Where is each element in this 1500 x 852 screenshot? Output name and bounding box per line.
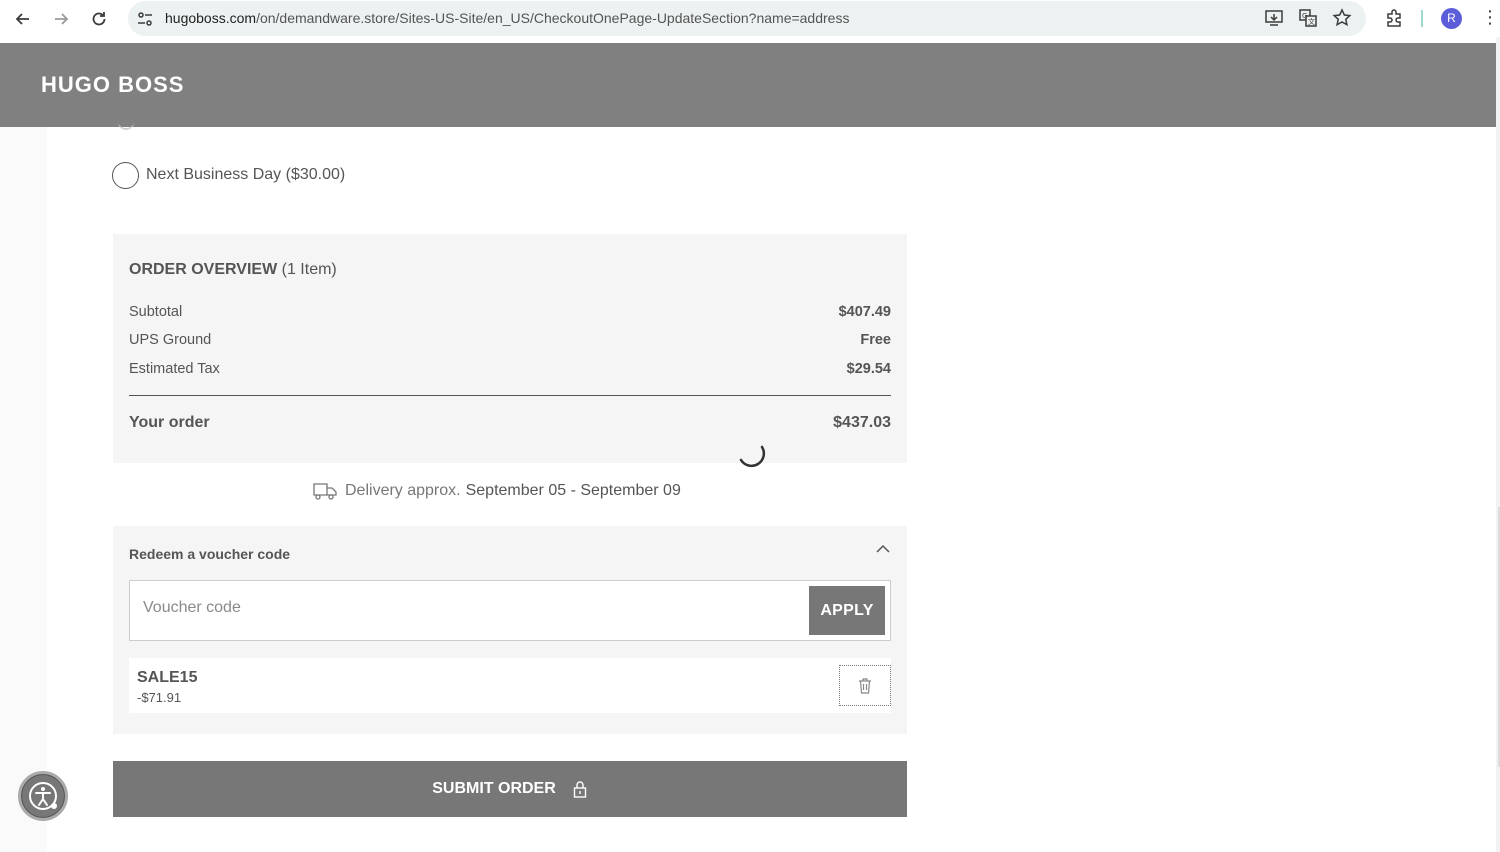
applied-voucher-code: SALE15 <box>137 669 198 686</box>
shipping-row: UPS Ground Free <box>129 332 891 352</box>
order-item-count: (1 Item) <box>281 261 337 278</box>
shipping-option-next-day[interactable]: Next Business Day ($30.00) <box>112 161 345 189</box>
left-gutter <box>0 127 47 852</box>
tax-row: Estimated Tax $29.54 <box>129 361 891 381</box>
back-icon[interactable] <box>11 7 35 31</box>
order-overview-heading: ORDER OVERVIEW <box>129 261 278 278</box>
shipping-radio[interactable] <box>112 161 139 189</box>
truck-icon <box>313 483 337 500</box>
forward-icon[interactable] <box>49 7 73 31</box>
profile-avatar[interactable]: R <box>1441 8 1462 29</box>
voucher-title[interactable]: Redeem a voucher code <box>129 546 290 562</box>
applied-voucher-amount: -$71.91 <box>137 690 182 705</box>
loading-spinner-icon <box>739 445 766 468</box>
summary-value: Free <box>860 332 891 348</box>
summary-divider <box>129 395 891 396</box>
url-text[interactable]: hugoboss.com/on/demandware.store/Sites-U… <box>165 10 849 26</box>
translate-icon[interactable]: G文 <box>1298 8 1318 28</box>
bookmark-star-icon[interactable] <box>1332 8 1352 28</box>
chevron-up-icon[interactable] <box>875 542 891 556</box>
subtotal-row: Subtotal $407.49 <box>129 304 891 324</box>
order-total-value: $437.03 <box>833 414 891 431</box>
url-host: hugoboss.com <box>165 10 257 26</box>
previous-radio-partial <box>118 122 134 130</box>
install-app-icon[interactable] <box>1264 8 1284 28</box>
trash-icon <box>859 677 871 694</box>
accessibility-icon <box>29 782 57 810</box>
order-total-row: Your order $437.03 <box>129 414 891 432</box>
voucher-code-input[interactable] <box>143 599 783 617</box>
summary-label: Estimated Tax <box>129 361 220 377</box>
order-overview-title: ORDER OVERVIEW (1 Item) <box>129 261 337 279</box>
delivery-estimate: Delivery approx. September 05 - Septembe… <box>313 480 681 502</box>
lock-icon <box>573 781 586 798</box>
summary-label: Subtotal <box>129 304 183 320</box>
order-total-label: Your order <box>129 414 210 431</box>
summary-value: $29.54 <box>846 361 891 377</box>
voucher-panel: Redeem a voucher code APPLY SALE15 -$71.… <box>113 526 907 734</box>
reload-icon[interactable] <box>87 7 111 31</box>
submit-order-label: SUBMIT ORDER <box>432 780 556 797</box>
extensions-icon[interactable] <box>1385 8 1405 28</box>
browser-toolbar: hugoboss.com/on/demandware.store/Sites-U… <box>0 0 1500 37</box>
menu-icon[interactable]: ⋮ <box>1481 8 1499 28</box>
page-scrollbar[interactable] <box>1496 37 1500 852</box>
shipping-option-label: Next Business Day ($30.00) <box>146 166 346 183</box>
brand-logo[interactable]: HUGO BOSS <box>41 72 184 98</box>
remove-voucher-button[interactable] <box>839 665 891 706</box>
svg-text:G: G <box>1302 12 1307 20</box>
site-header: HUGO BOSS <box>0 43 1496 127</box>
toolbar-divider <box>1421 10 1423 27</box>
applied-voucher-row: SALE15 -$71.91 <box>129 658 891 713</box>
svg-text:文: 文 <box>1308 17 1315 26</box>
delivery-dates: September 05 - September 09 <box>465 482 681 499</box>
voucher-input-group: APPLY <box>129 580 891 641</box>
accessibility-widget-button[interactable] <box>18 771 68 821</box>
site-info-icon[interactable] <box>136 10 154 28</box>
url-path: /on/demandware.store/Sites-US-Site/en_US… <box>256 10 850 26</box>
delivery-prefix: Delivery approx. <box>345 482 461 499</box>
apply-voucher-button[interactable]: APPLY <box>809 586 885 635</box>
summary-label: UPS Ground <box>129 332 212 348</box>
order-overview-panel: ORDER OVERVIEW (1 Item) Subtotal $407.49… <box>113 234 907 468</box>
summary-value: $407.49 <box>838 304 891 320</box>
submit-order-button[interactable]: SUBMIT ORDER <box>113 761 907 817</box>
